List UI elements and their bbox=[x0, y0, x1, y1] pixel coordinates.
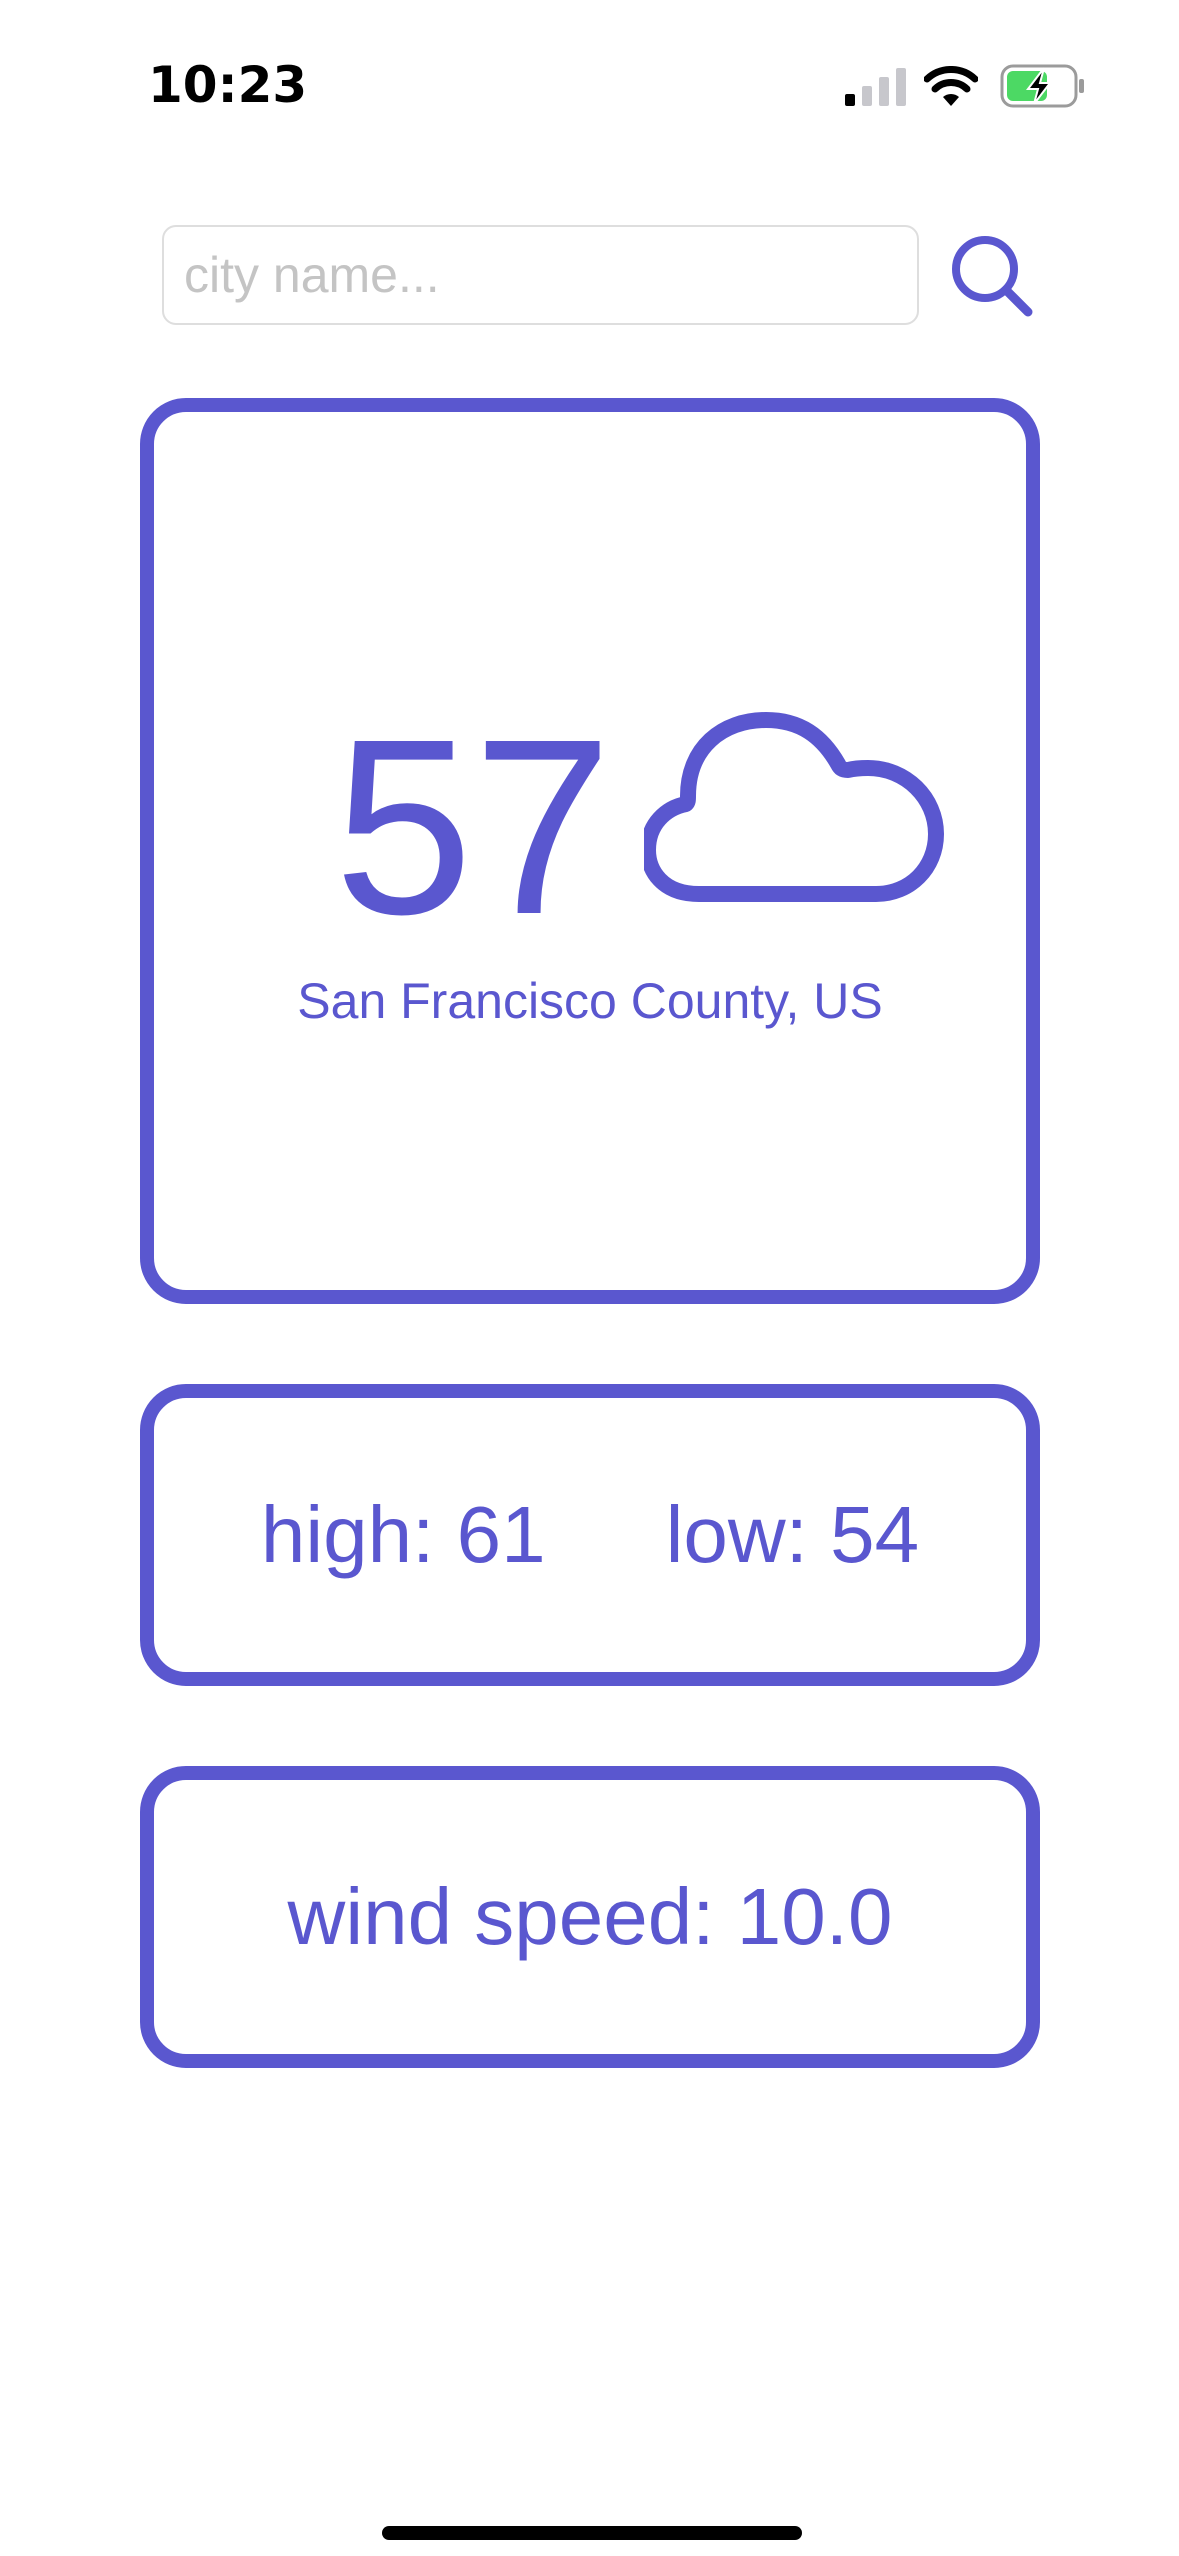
battery-charging-icon bbox=[1000, 64, 1084, 108]
wind-speed-card: wind speed: 10.0 bbox=[140, 1766, 1040, 2068]
city-search-input[interactable] bbox=[162, 225, 919, 325]
high-temperature: high: 61 bbox=[260, 1490, 546, 1579]
search-icon bbox=[952, 236, 1033, 317]
temperature-value: 57 bbox=[334, 687, 613, 966]
location-name: San Francisco County, US bbox=[297, 973, 883, 1029]
cloud-icon bbox=[644, 712, 944, 902]
low-temperature: low: 54 bbox=[665, 1490, 920, 1579]
search-button[interactable] bbox=[948, 232, 1038, 322]
wifi-icon bbox=[924, 66, 978, 106]
high-low-card: high: 61 low: 54 bbox=[140, 1384, 1040, 1686]
home-indicator[interactable] bbox=[382, 2526, 802, 2540]
status-time: 10:23 bbox=[148, 56, 308, 114]
cellular-signal-icon bbox=[845, 68, 906, 106]
wind-speed: wind speed: 10.0 bbox=[287, 1872, 893, 1961]
current-weather-card: 57 San Francisco County, US bbox=[140, 398, 1040, 1304]
